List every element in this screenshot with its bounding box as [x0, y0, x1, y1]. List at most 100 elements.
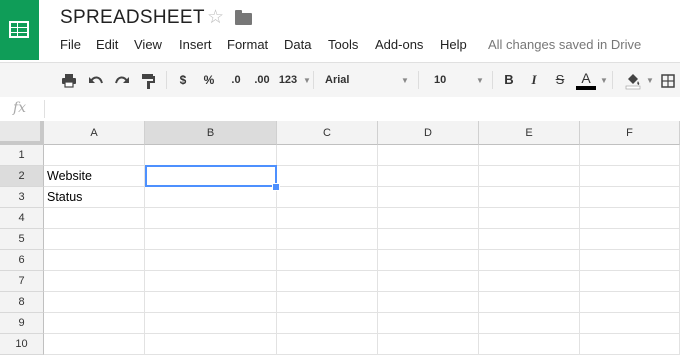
cell-a9[interactable]	[44, 313, 145, 334]
cell-b10[interactable]	[145, 334, 277, 355]
cell-a1[interactable]	[44, 145, 145, 166]
cell-e8[interactable]	[479, 292, 580, 313]
cell-b3[interactable]	[145, 187, 277, 208]
row-header-8[interactable]: 8	[0, 292, 44, 313]
cell-d4[interactable]	[378, 208, 479, 229]
italic-button[interactable]: I	[526, 63, 542, 97]
column-header-d[interactable]: D	[378, 121, 479, 145]
cell-a6[interactable]	[44, 250, 145, 271]
cell-c3[interactable]	[277, 187, 378, 208]
row-header-4[interactable]: 4	[0, 208, 44, 229]
cell-e2[interactable]	[479, 166, 580, 187]
cell-e7[interactable]	[479, 271, 580, 292]
cell-f8[interactable]	[580, 292, 680, 313]
menu-insert[interactable]: Insert	[179, 37, 212, 52]
cell-f5[interactable]	[580, 229, 680, 250]
menu-format[interactable]: Format	[227, 37, 268, 52]
cell-f1[interactable]	[580, 145, 680, 166]
cell-e5[interactable]	[479, 229, 580, 250]
fill-handle[interactable]	[272, 183, 280, 191]
cell-a2[interactable]: Website	[44, 166, 145, 187]
cell-b8[interactable]	[145, 292, 277, 313]
cell-b4[interactable]	[145, 208, 277, 229]
doc-title[interactable]: SPREADSHEET	[60, 7, 205, 29]
cell-d3[interactable]	[378, 187, 479, 208]
cell-a7[interactable]	[44, 271, 145, 292]
cell-d2[interactable]	[378, 166, 479, 187]
row-header-10[interactable]: 10	[0, 334, 44, 355]
cell-f7[interactable]	[580, 271, 680, 292]
cell-a10[interactable]	[44, 334, 145, 355]
cell-c7[interactable]	[277, 271, 378, 292]
cell-b7[interactable]	[145, 271, 277, 292]
cell-c6[interactable]	[277, 250, 378, 271]
star-icon[interactable]: ☆	[207, 6, 224, 29]
column-header-c[interactable]: C	[277, 121, 378, 145]
currency-button[interactable]: $	[176, 63, 190, 97]
menu-help[interactable]: Help	[440, 37, 467, 52]
column-header-e[interactable]: E	[479, 121, 580, 145]
save-status[interactable]: All changes saved in Drive	[488, 37, 641, 52]
menu-edit[interactable]: Edit	[96, 37, 118, 52]
column-header-a[interactable]: A	[44, 121, 145, 145]
row-header-7[interactable]: 7	[0, 271, 44, 292]
strikethrough-button[interactable]: S	[552, 63, 568, 97]
font-size-select[interactable]: 10	[434, 63, 454, 97]
row-header-1[interactable]: 1	[0, 145, 44, 166]
column-header-b[interactable]: B	[145, 121, 277, 145]
menu-view[interactable]: View	[134, 37, 162, 52]
cell-c9[interactable]	[277, 313, 378, 334]
cell-a4[interactable]	[44, 208, 145, 229]
cell-d6[interactable]	[378, 250, 479, 271]
undo-icon[interactable]	[86, 63, 106, 97]
cell-d10[interactable]	[378, 334, 479, 355]
paint-format-icon[interactable]	[138, 63, 158, 97]
percent-button[interactable]: %	[201, 63, 217, 97]
cell-c10[interactable]	[277, 334, 378, 355]
cell-e10[interactable]	[479, 334, 580, 355]
cell-a5[interactable]	[44, 229, 145, 250]
cell-c8[interactable]	[277, 292, 378, 313]
redo-icon[interactable]	[112, 63, 132, 97]
cell-b6[interactable]	[145, 250, 277, 271]
cell-e4[interactable]	[479, 208, 580, 229]
cell-e9[interactable]	[479, 313, 580, 334]
increase-decimal-button[interactable]: .00	[251, 63, 273, 97]
cell-c1[interactable]	[277, 145, 378, 166]
cell-a3[interactable]: Status	[44, 187, 145, 208]
folder-icon[interactable]	[235, 10, 252, 25]
decrease-decimal-button[interactable]: .0	[226, 63, 246, 97]
cell-f4[interactable]	[580, 208, 680, 229]
print-icon[interactable]	[59, 63, 79, 97]
row-header-5[interactable]: 5	[0, 229, 44, 250]
borders-icon[interactable]	[659, 63, 677, 97]
more-formats-button[interactable]: 123	[276, 63, 300, 97]
cell-d5[interactable]	[378, 229, 479, 250]
cell-e6[interactable]	[479, 250, 580, 271]
font-family-select[interactable]: Arial	[325, 63, 385, 97]
cell-c5[interactable]	[277, 229, 378, 250]
text-color-button[interactable]: A	[575, 63, 597, 97]
cell-e1[interactable]	[479, 145, 580, 166]
cell-d8[interactable]	[378, 292, 479, 313]
cell-f6[interactable]	[580, 250, 680, 271]
cell-c4[interactable]	[277, 208, 378, 229]
row-header-9[interactable]: 9	[0, 313, 44, 334]
select-all-corner[interactable]	[0, 121, 44, 145]
menu-addons[interactable]: Add-ons	[375, 37, 423, 52]
bold-button[interactable]: B	[501, 63, 517, 97]
menu-file[interactable]: File	[60, 37, 81, 52]
cell-f3[interactable]	[580, 187, 680, 208]
cell-b9[interactable]	[145, 313, 277, 334]
cell-f9[interactable]	[580, 313, 680, 334]
cell-a8[interactable]	[44, 292, 145, 313]
column-header-f[interactable]: F	[580, 121, 680, 145]
menu-data[interactable]: Data	[284, 37, 311, 52]
cell-b5[interactable]	[145, 229, 277, 250]
cell-d9[interactable]	[378, 313, 479, 334]
cell-f2[interactable]	[580, 166, 680, 187]
cell-b1[interactable]	[145, 145, 277, 166]
row-header-3[interactable]: 3	[0, 187, 44, 208]
sheets-logo[interactable]	[0, 0, 39, 60]
fill-color-icon[interactable]	[624, 63, 642, 97]
